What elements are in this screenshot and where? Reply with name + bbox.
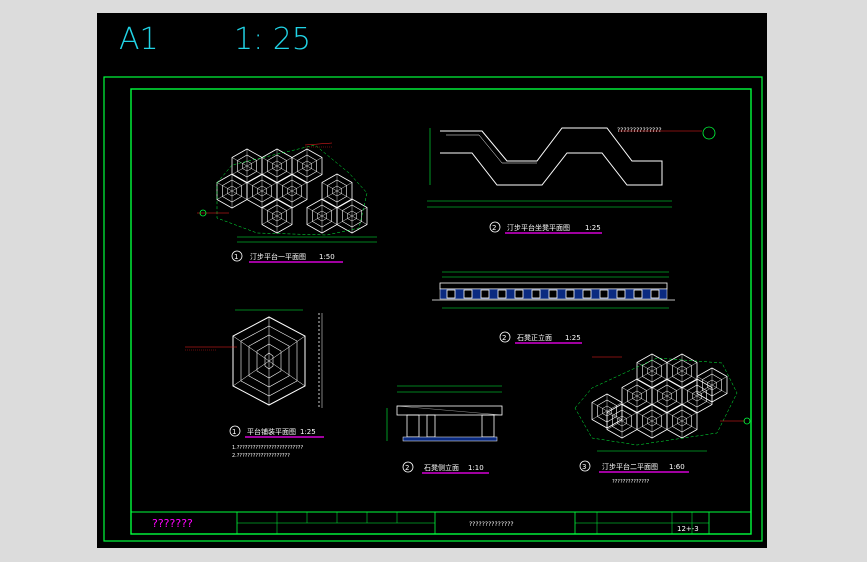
title-block: ??????? ?????????????? 12+-3 [131,511,751,534]
bench-side-elevation: 2 石凳侧立面 1:10 [386,385,503,474]
drawing-1-title: 汀步平台一平面图 [250,252,306,261]
drawing-5-scale: 1:10 [468,464,484,472]
drawing-4-number: 1 [232,428,236,436]
drawing-2-number: 2 [492,224,496,232]
drawing-5-number: 2 [405,464,409,472]
drawing-1-scale: 1:50 [319,253,335,261]
drawing-6-title: 汀步平台二平面图 [602,462,658,471]
drawing-3-title: 石凳正立面 [517,333,552,342]
drawing-2-title: 汀步平台坐凳平面图 [507,223,570,232]
bench-plan: ?????????????? 2 汀步平台坐凳平面图 1:25 [427,126,716,234]
company-name: ??????? [152,517,193,530]
drawing-6-scale: 1:60 [669,463,685,471]
paving-note-2: 2.???????????????????? [232,453,290,459]
platform-1-plan: 1 汀步平台一平面图 1:50 [197,142,377,263]
sheet-size-label: A1 [119,22,159,57]
sheet-scale-label: 1: 25 [234,22,311,57]
drawing-1-number: 1 [234,253,238,261]
bench-front-elevation: 2 石凳正立面 1:25 [432,271,675,344]
platform-2-plan: 3 汀步平台二平面图 1:60 ?????????????? [574,353,751,485]
platform-2-note: ?????????????? [612,479,649,485]
drawing-4-title: 平台铺装平面图 [247,427,296,436]
drawing-6-number: 3 [582,463,586,471]
drawing-name: ?????????????? [469,521,514,528]
cad-canvas: A1 1: 25 1 汀步平台一平面图 1:50 ?????????????? … [103,22,763,542]
drawing-5-title: 石凳侧立面 [424,463,459,472]
drawing-3-scale: 1:25 [565,334,581,342]
drawing-2-scale: 1:25 [585,224,601,232]
drawing-number: 12+-3 [677,525,699,533]
bench-callout: ?????????????? [617,127,662,134]
drawing-4-scale: 1:25 [300,428,316,436]
drawing-sheet: A1 1: 25 1 汀步平台一平面图 1:50 ?????????????? … [97,13,767,548]
drawing-3-number: 2 [502,334,506,342]
paving-plan: 1 平台铺装平面图 1:25 1.???????????????????????… [185,309,324,459]
paving-note-1: 1.????????????????????????? [232,445,303,451]
